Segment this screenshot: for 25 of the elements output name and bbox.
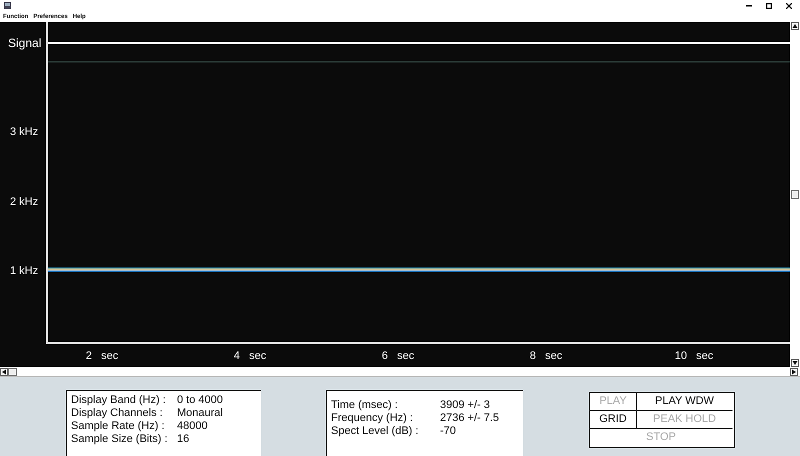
info-label: Sample Rate (Hz) : [71,420,166,433]
signal-label: Signal [8,36,42,50]
info-value: 48000 [177,420,209,433]
control-button[interactable]: PLAY WDW [637,392,733,411]
control-button[interactable]: GRID [590,410,637,429]
frequency-axis-label: 3 kHz [10,126,38,138]
frequency-axis-label: 1 kHz [10,264,38,277]
readout-label: Spect Level (dB) : [331,424,420,438]
info-label: Sample Size (Bits) : [71,432,169,446]
readout-label: Time (msec) : [331,398,399,412]
readout-label: Frequency (Hz) : [331,412,414,425]
info-label: Display Channels : [71,406,164,420]
time-axis-label: 6 sec [380,350,416,362]
frequency-axis-label: 2 kHz [10,196,38,208]
info-label: Display Band (Hz) : [71,394,167,407]
time-axis-label: 4 sec [232,350,268,362]
info-value: 16 [177,432,190,446]
time-axis-label: 8 sec [528,350,564,362]
time-axis-label: 2 sec [84,350,120,362]
info-value: 0 to 4000 [177,394,224,407]
info-value: Monaural [177,406,224,420]
readout-value: 2736 +/- 7.5 [440,412,500,425]
readout-value: 3909 +/- 3 [440,398,491,412]
time-axis-label: 10 sec [674,350,714,362]
readout-value: -70 [440,424,457,438]
